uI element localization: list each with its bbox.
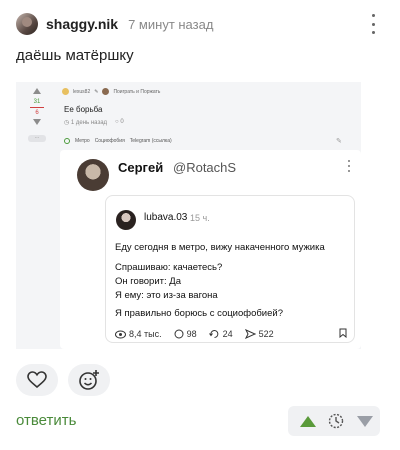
tag-item: Метро xyxy=(75,138,90,144)
rating-up-icon xyxy=(33,88,41,94)
username[interactable]: shaggy.nik xyxy=(46,16,118,32)
tweet-name: Сергей xyxy=(118,160,164,175)
quote-line: Он говорит: Да xyxy=(115,276,181,287)
post-age-wrap: ◷ 1 день назад xyxy=(64,119,107,126)
comment-text: даёшь матёршку xyxy=(16,47,134,64)
timer-icon xyxy=(328,413,344,429)
post-tags: Метро Социофобия Telegram (ссылка) xyxy=(64,138,172,144)
heart-icon xyxy=(27,371,47,389)
add-reaction-button[interactable] xyxy=(68,364,110,396)
comments-count: 98 xyxy=(186,329,197,339)
arrow-up-icon xyxy=(300,415,316,427)
rating-plus: 31 xyxy=(33,99,41,105)
rating-bar xyxy=(30,107,44,108)
shares-action: 522 xyxy=(244,329,274,339)
reposts-count: 24 xyxy=(222,329,233,339)
emoji-add-icon xyxy=(79,370,99,390)
comment-time[interactable]: 7 минут назад xyxy=(128,17,213,32)
quote-avatar xyxy=(116,210,136,230)
repost-icon xyxy=(208,330,218,338)
post-comments-wrap: ○ 0 xyxy=(115,119,124,126)
rating-down-icon xyxy=(33,119,41,125)
author-avatar-icon xyxy=(62,88,69,95)
tag-item: Социофобия xyxy=(94,138,125,144)
quote-line: Я ему: это из-за вагона xyxy=(115,290,218,301)
reposts-action: 24 xyxy=(208,329,233,339)
post-community: Поиграть и Поржать xyxy=(113,88,161,95)
tweet-handle: @RotachS xyxy=(173,160,237,175)
edit-icon: ✎ xyxy=(336,138,342,145)
user-avatar[interactable] xyxy=(16,13,38,35)
tweet-card: Сергей @RotachS lubava.03 15 ч. Еду сего… xyxy=(60,150,361,349)
quoted-post: lubava.03 15 ч. Еду сегодня в метро, виж… xyxy=(105,195,355,343)
clock-icon: ◷ xyxy=(64,120,71,126)
bookmark-icon xyxy=(339,328,347,340)
post-comments: 0 xyxy=(120,119,124,125)
tweet-avatar xyxy=(77,159,109,191)
comment-header: shaggy.nik 7 минут назад xyxy=(16,12,386,36)
like-button[interactable] xyxy=(16,364,58,396)
post-meta: lexus82 ✎ Поиграть и Поржать xyxy=(62,88,160,95)
views-count: 8,4 тыс. xyxy=(129,329,162,339)
views-action: 8,4 тыс. xyxy=(115,329,162,339)
comment-bubble-icon xyxy=(174,329,184,339)
post-sub: ◷ 1 день назад ○ 0 xyxy=(64,119,124,126)
send-icon xyxy=(244,329,256,339)
quote-line: Я правильно борюсь с социофобией? xyxy=(115,308,283,319)
tweet-more-icon xyxy=(348,160,351,172)
shares-count: 522 xyxy=(258,329,274,339)
pin-icon: ✎ xyxy=(94,88,99,95)
quote-time: 15 ч. xyxy=(190,213,210,223)
post-title: Ее борьба xyxy=(64,105,103,114)
post-age: 1 день назад xyxy=(70,120,108,126)
tag-icon xyxy=(64,138,70,144)
more-options-icon[interactable] xyxy=(370,14,376,34)
post-author: lexus82 xyxy=(73,88,91,95)
eye-icon xyxy=(115,330,126,338)
rating-more: ··· xyxy=(28,135,46,142)
post-rating: 31 6 ··· xyxy=(22,86,52,156)
quote-name: lubava.03 xyxy=(144,212,188,223)
arrow-down-icon xyxy=(357,415,373,427)
comments-action: 98 xyxy=(174,329,197,339)
rating-hidden-button[interactable] xyxy=(322,406,350,436)
embedded-image[interactable]: 31 6 ··· lexus82 ✎ Поиграть и Поржать Ее… xyxy=(16,82,361,349)
community-avatar-icon xyxy=(102,88,110,95)
quote-actions: 8,4 тыс. 98 24 522 xyxy=(115,328,347,340)
quote-line: Спрашиваю: качаетесь? xyxy=(115,262,223,273)
reply-link[interactable]: ответить xyxy=(16,412,76,429)
rating-minus: 6 xyxy=(35,110,39,116)
downvote-button[interactable] xyxy=(350,406,380,436)
quote-line: Еду сегодня в метро, вижу накаченного му… xyxy=(115,242,325,253)
tag-item: Telegram (ссылка) xyxy=(129,138,172,144)
